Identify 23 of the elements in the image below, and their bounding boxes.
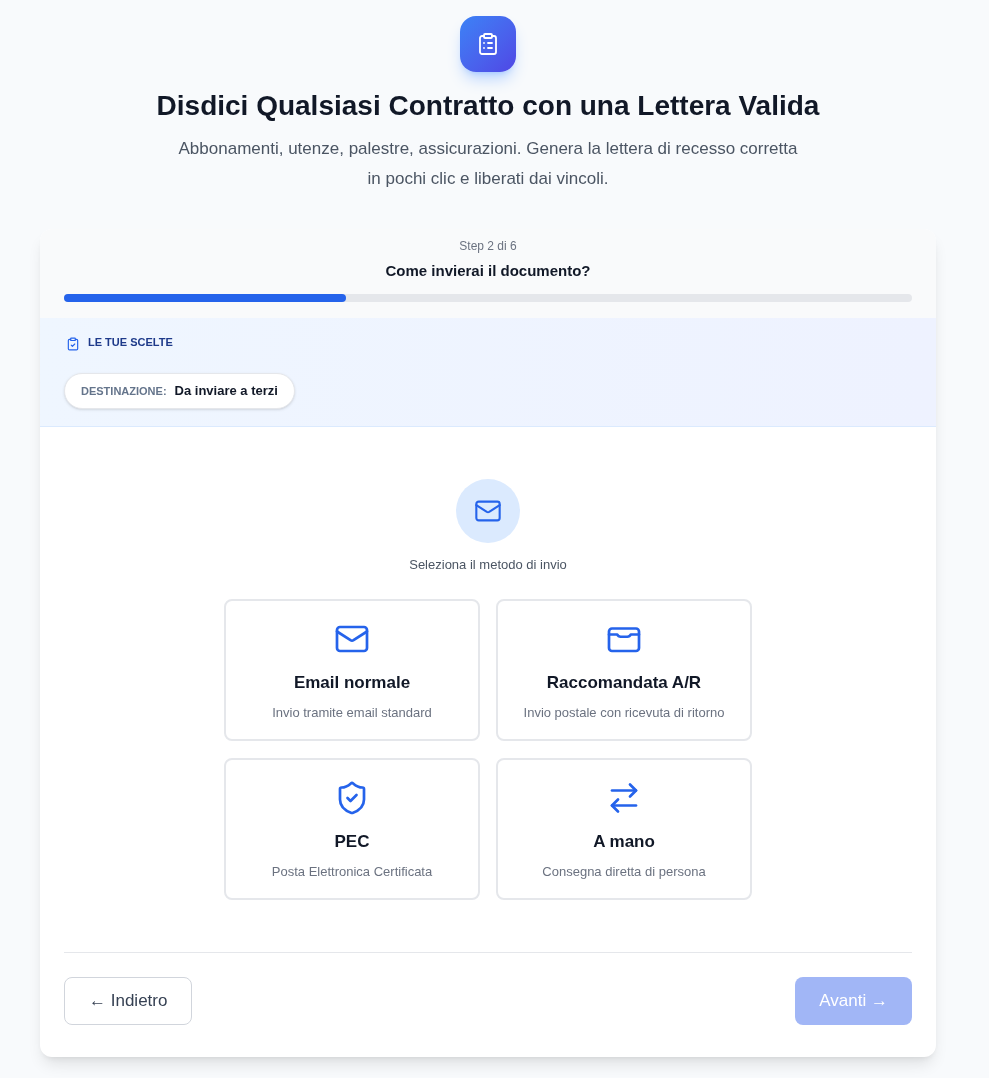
method-description: Posta Elettronica Certificata [271, 863, 433, 881]
clipboard-list-icon [460, 16, 516, 72]
clipboard-check-icon [66, 337, 80, 351]
method-option-card[interactable]: PEC Posta Elettronica Certificata [224, 758, 480, 900]
choice-label: DESTINAZIONE: [81, 383, 167, 399]
method-title: PEC [334, 831, 370, 853]
method-description: Invio postale con ricevuta di ritorno [523, 704, 725, 722]
step-question: Come invierai il documento? [385, 261, 591, 281]
choice-value: Da inviare a terzi [174, 382, 278, 401]
choices-title: LE TUE SCELTE [88, 335, 173, 350]
page-subtitle: Abbonamenti, utenze, palestre, assicurazioni. Genera la lettera di recesso corretta in pochi clic e liberati dai vincoli. [177, 138, 799, 190]
method-description: Invio tramite email standard [272, 704, 432, 722]
step-counter: Step 2 di 6 [459, 238, 517, 254]
method-description: Consegna diretta di persona [542, 863, 706, 881]
page-title: Disdici Qualsiasi Contratto con una Lettera Valida [156, 89, 820, 123]
method-option-card[interactable]: Raccomandata A/R Invio postale con ricevuta di ritorno [496, 599, 752, 741]
method-option-card[interactable]: Email normale Invio tramite email standard [224, 599, 480, 741]
method-option-card[interactable]: A mano Consegna diretta di persona [496, 758, 752, 900]
method-title: Email normale [293, 672, 411, 694]
method-prompt: Seleziona il metodo di invio [409, 556, 567, 574]
back-button[interactable]: ← Indietro [64, 977, 193, 1025]
method-title: Raccomandata A/R [546, 672, 702, 694]
method-title: A mano [593, 831, 655, 853]
